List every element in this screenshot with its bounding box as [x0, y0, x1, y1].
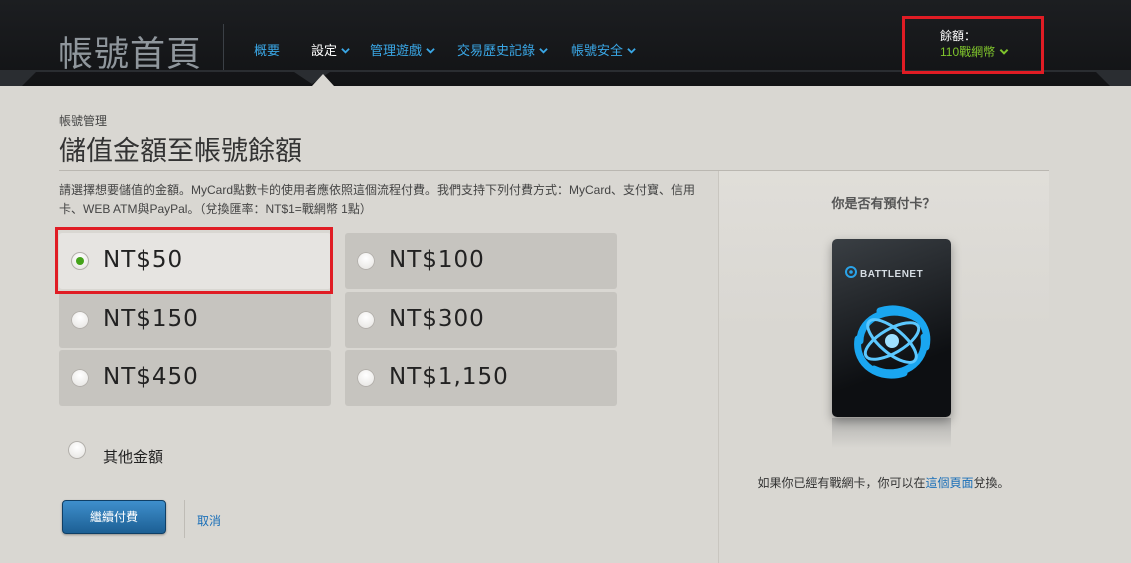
redeem-text-before: 如果你已經有戰網卡，你可以在: [757, 476, 926, 490]
prepaid-card-title: 你是否有預付卡？: [831, 196, 936, 211]
nav-manage-games[interactable]: 管理遊戲: [370, 40, 435, 59]
amount-option-450[interactable]: NT$450: [59, 350, 331, 406]
amount-option-50[interactable]: NT$50: [59, 233, 331, 289]
battlenet-emblem-icon: [854, 305, 931, 379]
redeem-text-after: 兌換。: [973, 476, 1010, 490]
page-title: 儲值金額至帳號餘額: [59, 136, 302, 167]
nav-manage-games-label: 管理遊戲: [370, 43, 423, 58]
nav-transaction-history-label: 交易歷史記錄: [457, 43, 536, 58]
redeem-instructions: 如果你已經有戰網卡，你可以在這個頁面兌換。: [718, 474, 1049, 491]
radio-button[interactable]: [68, 441, 86, 459]
amount-option-100[interactable]: NT$100: [345, 233, 617, 289]
chevron-down-icon: [341, 48, 350, 54]
radio-button[interactable]: [71, 369, 89, 387]
active-nav-indicator: [312, 74, 334, 86]
account-home-logo[interactable]: 帳號首頁: [58, 26, 202, 77]
card-brand-text: BATTLENET: [860, 269, 924, 280]
nav-settings[interactable]: 設定: [311, 40, 350, 59]
card-reflection: [832, 418, 951, 448]
amount-label: NT$50: [103, 247, 184, 273]
logo-divider: [223, 24, 224, 70]
nav-transaction-history[interactable]: 交易歷史記錄: [457, 40, 548, 59]
battlenet-card-image: BATTLENET: [832, 239, 951, 417]
amount-label: NT$300: [389, 306, 485, 332]
amount-label: NT$150: [103, 306, 199, 332]
button-divider: [184, 500, 185, 538]
breadcrumb[interactable]: 帳號管理: [59, 112, 107, 129]
radio-button[interactable]: [357, 252, 375, 270]
nav-settings-label: 設定: [311, 43, 338, 58]
amount-option-1150[interactable]: NT$1,150: [345, 350, 617, 406]
amount-label: NT$1,150: [389, 364, 509, 390]
radio-button-selected[interactable]: [71, 252, 89, 270]
radio-button[interactable]: [357, 311, 375, 329]
chevron-down-icon: [999, 48, 1009, 55]
radio-button[interactable]: [71, 311, 89, 329]
nav-account-security-label: 帳號安全: [571, 43, 624, 58]
chevron-down-icon: [627, 48, 636, 54]
continue-payment-button[interactable]: 繼續付費: [62, 500, 166, 534]
chevron-down-icon: [539, 48, 548, 54]
amount-label: NT$100: [389, 247, 485, 273]
cancel-link[interactable]: 取消: [197, 512, 221, 529]
nav-overview[interactable]: 概要: [254, 40, 280, 59]
amount-option-300[interactable]: NT$300: [345, 292, 617, 348]
radio-button[interactable]: [357, 369, 375, 387]
nav-overview-label: 概要: [254, 43, 281, 58]
chevron-down-icon: [426, 48, 435, 54]
battlenet-logo-icon: [845, 266, 857, 278]
amount-label: NT$450: [103, 364, 199, 390]
redeem-page-link[interactable]: 這個頁面: [925, 476, 973, 490]
balance-value: 110戰網幣: [940, 45, 996, 59]
balance-label: 餘額：: [940, 29, 977, 43]
balance-dropdown[interactable]: 110戰網幣: [940, 43, 1009, 60]
other-amount-label[interactable]: 其他金額: [103, 446, 163, 467]
amount-option-150[interactable]: NT$150: [59, 292, 331, 348]
nav-account-security[interactable]: 帳號安全: [571, 40, 636, 59]
instructions-text: 請選擇想要儲值的金額。MyCard點數卡的使用者應依照這個流程付費。我們支持下列…: [59, 183, 696, 216]
